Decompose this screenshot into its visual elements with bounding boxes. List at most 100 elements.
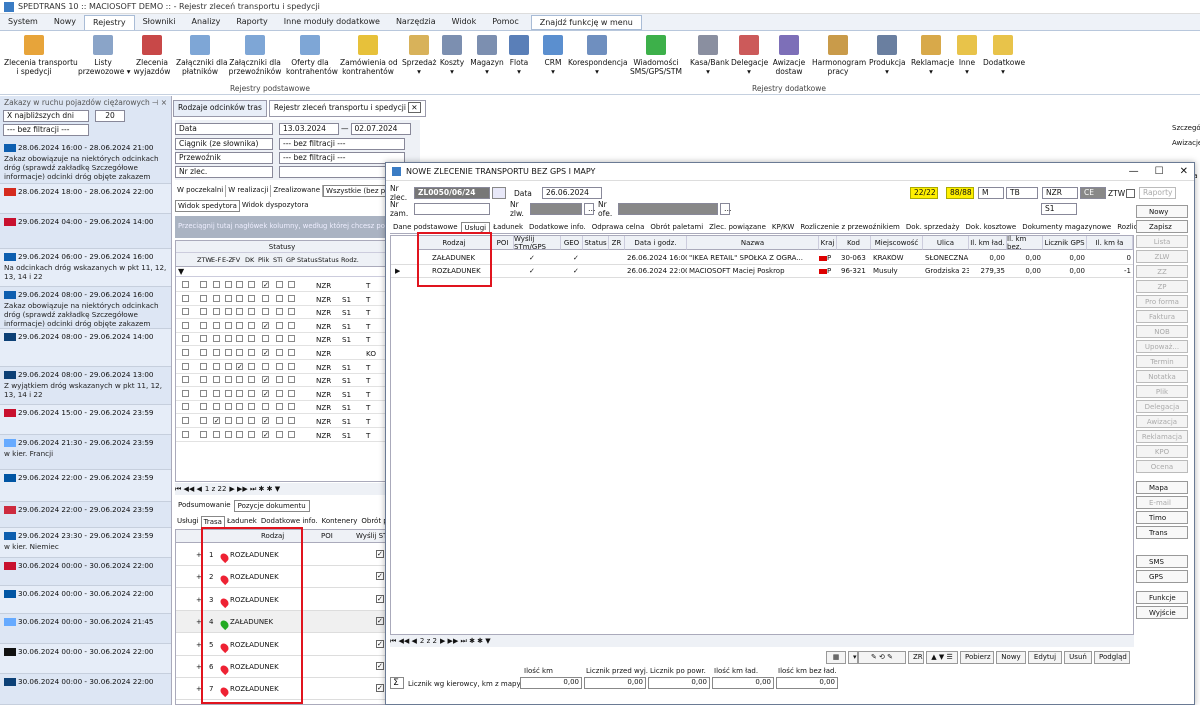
status-checkbox[interactable] — [225, 308, 232, 316]
ribbon-button-7[interactable]: Sprzedaż ▾ — [402, 35, 436, 76]
tab-all[interactable]: Wszystkie (bez poczekalni) — [323, 185, 387, 197]
side-button-e-mail[interactable]: E-mail — [1136, 496, 1188, 509]
grid-col-header[interactable]: Status — [318, 256, 339, 264]
row-select-checkbox[interactable] — [182, 321, 189, 329]
side-button-zapisz[interactable]: Zapisz — [1136, 220, 1188, 233]
status-checkbox[interactable] — [276, 417, 283, 424]
status-checkbox[interactable] — [213, 281, 220, 288]
tab-route-types[interactable]: Rodzaje odcinków tras — [173, 100, 267, 117]
ban-item[interactable]: 30.06.2024 00:00 - 30.06.2024 22:00 — [0, 644, 171, 674]
status-checkbox[interactable] — [200, 335, 207, 343]
side-button-upowa-[interactable]: Upoważ... — [1136, 340, 1188, 353]
dialog-col-header[interactable]: GEO — [561, 236, 583, 250]
ban-item[interactable]: 29.06.2024 22:00 - 29.06.2024 23:59 — [0, 470, 171, 502]
status-checkbox[interactable] — [248, 308, 255, 316]
table-row[interactable]: ✓ NZR S1 T — [176, 320, 386, 333]
grid-col-header[interactable]: DK — [245, 256, 254, 264]
status-checkbox[interactable] — [276, 430, 283, 438]
ban-item[interactable]: 29.06.2024 23:30 - 29.06.2024 23:59 w kie… — [0, 528, 171, 558]
dialog-tab-5[interactable]: Obrót paletami — [647, 222, 706, 233]
status-checkbox[interactable] — [248, 349, 255, 356]
status-checkbox[interactable] — [225, 389, 232, 397]
order-no-field[interactable]: ZL0050/06/24 — [414, 187, 490, 199]
m-select[interactable]: M — [978, 187, 1004, 199]
ribbon-button-5[interactable]: Oferty dla kontrahentów — [286, 35, 338, 76]
table-row[interactable]: ✓ NZR KO — [176, 347, 386, 360]
dialog-col-header[interactable]: Status — [583, 236, 609, 250]
close-icon[interactable]: ✕ — [408, 102, 421, 113]
status-checkbox[interactable] — [262, 403, 269, 411]
status-checkbox[interactable] — [200, 389, 207, 397]
table-row[interactable]: ✓ NZR S1 T — [176, 429, 386, 442]
status-checkbox[interactable] — [236, 335, 243, 343]
status-checkbox[interactable] — [225, 335, 232, 343]
dialog-col-header[interactable]: Data i godz. — [625, 236, 687, 250]
row-select-checkbox[interactable] — [182, 430, 189, 438]
menu-2[interactable]: Rejestry — [84, 15, 135, 30]
side-button-zp[interactable]: ZP — [1136, 280, 1188, 293]
menu-find-function[interactable]: Znajdź funkcję w menu — [530, 15, 642, 30]
grid-col-header[interactable]: Rodz. — [341, 256, 359, 264]
date-to-input[interactable]: 02.07.2024 — [350, 122, 411, 135]
grid-col-header[interactable]: STi — [273, 256, 283, 264]
status-checkbox[interactable] — [225, 362, 232, 370]
status-checkbox[interactable] — [262, 308, 269, 316]
dialog-tab-4[interactable]: Odprawa celna — [589, 222, 648, 233]
side-button-awizacja[interactable]: Awizacja — [1136, 415, 1188, 428]
days-count-input[interactable]: 20 — [95, 110, 125, 122]
tab-orders-register[interactable]: Rejestr zleceń transportu i spedycji ✕ — [268, 100, 426, 117]
menu-6[interactable]: Inne moduły dodatkowe — [276, 15, 388, 30]
send-stm-checkbox[interactable]: ✓ — [376, 617, 384, 626]
status-checkbox[interactable] — [288, 376, 295, 384]
status-checkbox[interactable] — [288, 430, 295, 438]
status-checkbox[interactable] — [213, 376, 220, 384]
status-checkbox[interactable] — [262, 362, 269, 370]
table-row[interactable]: NZR S1 T — [176, 293, 386, 306]
row-select-checkbox[interactable] — [182, 281, 189, 288]
dialog-tab-11[interactable]: Dokumenty magazynowe — [1019, 222, 1114, 233]
grid-col-header[interactable]: GP — [286, 256, 295, 264]
status-checkbox[interactable] — [236, 308, 243, 316]
side-button-ocena[interactable]: Ocena — [1136, 460, 1188, 473]
status-checkbox[interactable] — [288, 349, 295, 356]
status-checkbox[interactable]: ✓ — [262, 349, 269, 357]
offer-field[interactable] — [618, 203, 718, 215]
row-select-checkbox[interactable] — [182, 335, 189, 343]
menu-1[interactable]: Nowy — [46, 15, 84, 30]
ztw-checkbox[interactable] — [1126, 188, 1135, 198]
row-select-checkbox[interactable] — [182, 376, 189, 384]
status-checkbox[interactable] — [276, 308, 283, 316]
status-checkbox[interactable] — [248, 335, 255, 343]
menu-0[interactable]: System — [0, 15, 46, 30]
tab-services[interactable]: Usługi — [175, 516, 201, 528]
tab-waiting[interactable]: W poczekalni — [175, 185, 227, 197]
status-checkbox[interactable]: ✓ — [262, 281, 269, 289]
calculator-dropdown[interactable]: ▾ — [848, 651, 858, 664]
ban-item[interactable]: 29.06.2024 04:00 - 29.06.2024 14:00 — [0, 214, 171, 249]
ribbon-button-0[interactable]: Zlecenia transportu i spedycji — [4, 35, 78, 76]
calculator-button[interactable]: ▦ — [826, 651, 846, 664]
side-button-termin[interactable]: Termin — [1136, 355, 1188, 368]
side-button-wyjście[interactable]: Wyjście — [1136, 606, 1188, 619]
ribbon-button-1[interactable]: Listy przewozowe ▾ — [78, 35, 131, 76]
status-checkbox[interactable] — [236, 376, 243, 384]
fetch-button[interactable]: Pobierz — [960, 651, 994, 664]
status-checkbox[interactable] — [236, 417, 243, 424]
ribbon-button-6[interactable]: Zamówienia od kontrahentów — [340, 35, 398, 76]
status-checkbox[interactable] — [288, 362, 295, 370]
side-button-faktura[interactable]: Faktura — [1136, 310, 1188, 323]
ce-field[interactable]: CE — [1080, 187, 1106, 199]
status-checkbox[interactable]: ✓ — [262, 430, 269, 438]
side-button-pro-forma[interactable]: Pro forma — [1136, 295, 1188, 308]
ban-item[interactable]: 29.06.2024 08:00 - 29.06.2024 14:00 — [0, 329, 171, 367]
row-select-checkbox[interactable] — [182, 389, 189, 397]
grid-col-header[interactable]: FV — [232, 256, 240, 264]
status-checkbox[interactable] — [213, 403, 220, 411]
table-row[interactable]: ✓ NZR S1 T — [176, 374, 386, 388]
status-checkbox[interactable] — [248, 376, 255, 384]
status-select[interactable]: NZR — [1042, 187, 1078, 199]
status-checkbox[interactable] — [288, 389, 295, 397]
table-row[interactable]: NZR S1 T — [176, 401, 386, 415]
edit-point-button[interactable]: Edytuj — [1028, 651, 1062, 664]
ban-item[interactable]: 30.06.2024 00:00 - 30.06.2024 21:45 — [0, 614, 171, 644]
